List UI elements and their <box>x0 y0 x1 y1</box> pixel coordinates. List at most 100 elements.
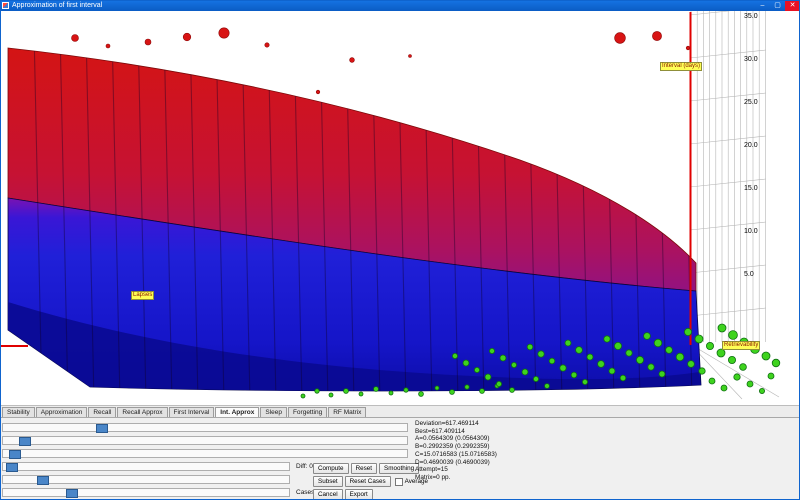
green-data-point <box>644 333 651 340</box>
green-data-point <box>496 381 501 386</box>
green-data-point <box>636 356 643 363</box>
slider-track[interactable] <box>2 488 290 497</box>
green-data-point <box>609 368 615 374</box>
green-data-point <box>598 361 605 368</box>
retrievability-axis-label: Retrievability <box>722 341 760 350</box>
compute-button[interactable]: Compute <box>313 463 349 474</box>
average-checkbox[interactable] <box>395 478 403 486</box>
slider-thumb[interactable] <box>37 476 49 485</box>
green-data-point <box>389 391 393 395</box>
red-data-point <box>106 44 110 48</box>
slider-thumb[interactable] <box>96 424 108 433</box>
green-data-point <box>500 355 506 361</box>
green-data-point <box>359 392 363 396</box>
y-axis-tick-label: 25.0 <box>744 99 758 106</box>
approximation-3d-plot: 35.030.025.020.015.010.05.0 <box>0 0 800 405</box>
interval-axis-label: Interval (days) <box>660 62 702 71</box>
green-data-point <box>676 353 684 361</box>
green-data-point <box>728 356 735 363</box>
stat-line: Deviation=617.469114 <box>415 420 497 428</box>
tab-recall[interactable]: Recall <box>88 407 116 417</box>
green-data-point <box>717 349 725 357</box>
green-data-point <box>684 328 691 335</box>
green-data-point <box>762 352 770 360</box>
stat-line: Best=617.409114 <box>415 428 497 436</box>
stat-line: A=0.0564309 (0.0564309) <box>415 435 497 443</box>
green-data-point <box>452 353 457 358</box>
stats-panel: Deviation=617.469114Best=617.409114A=0.0… <box>415 420 497 482</box>
cancel-button[interactable]: Cancel <box>313 489 343 500</box>
slider-thumb[interactable] <box>6 463 18 472</box>
green-data-point <box>571 372 577 378</box>
y-axis-tick-label: 15.0 <box>744 185 758 192</box>
title-bar: Approximation of first interval – ▢ ✕ <box>0 0 800 11</box>
green-data-point <box>759 388 764 393</box>
slider-track[interactable] <box>2 475 290 484</box>
green-data-point <box>772 359 780 367</box>
green-data-point <box>695 335 703 343</box>
red-data-point <box>409 55 412 58</box>
green-data-point <box>565 340 571 346</box>
green-data-point <box>604 336 610 342</box>
green-data-point <box>533 376 538 381</box>
green-data-point <box>419 392 424 397</box>
green-data-point <box>614 342 621 349</box>
green-data-point <box>706 342 713 349</box>
green-data-point <box>480 389 485 394</box>
window-title: Approximation of first interval <box>12 0 755 11</box>
green-data-point <box>538 351 544 357</box>
slider-row-1 <box>2 422 412 435</box>
slider-thumb[interactable] <box>19 437 31 446</box>
green-data-point <box>435 386 439 390</box>
green-data-point <box>620 375 626 381</box>
reset-cases-button[interactable]: Reset Cases <box>345 476 391 487</box>
slider-track[interactable] <box>2 449 408 458</box>
tab-approximation[interactable]: Approximation <box>36 407 88 417</box>
button-grid: ComputeResetSmoothingSubsetReset CasesAv… <box>313 463 428 502</box>
slider-track[interactable] <box>2 423 408 432</box>
green-data-point <box>709 378 715 384</box>
slider-value-label: Diff: 0 <box>296 463 313 470</box>
subset-button[interactable]: Subset <box>313 476 343 487</box>
green-data-point <box>511 362 516 367</box>
green-data-point <box>527 344 533 350</box>
control-panel: StabilityApproximationRecallRecall Appro… <box>0 405 800 500</box>
green-data-point <box>545 384 550 389</box>
red-data-point <box>686 46 690 50</box>
stat-line: Attempt=15 <box>415 466 497 474</box>
y-axis-tick-label: 20.0 <box>744 142 758 149</box>
red-data-point <box>183 33 191 41</box>
tab-sleep[interactable]: Sleep <box>260 407 287 417</box>
green-data-point <box>315 389 319 393</box>
tab-int-approx[interactable]: Int. Approx <box>215 407 259 417</box>
green-data-point <box>374 387 379 392</box>
green-data-point <box>659 371 665 377</box>
red-data-point <box>219 28 229 38</box>
tab-stability[interactable]: Stability <box>2 407 35 417</box>
green-data-point <box>729 331 738 340</box>
smoothing-button[interactable]: Smoothing <box>379 463 419 474</box>
minimize-button[interactable]: – <box>755 0 770 11</box>
slider-row-2 <box>2 435 412 448</box>
export-button[interactable]: Export <box>345 489 373 500</box>
green-data-point <box>404 388 408 392</box>
tab-first-interval[interactable]: First Interval <box>169 407 215 417</box>
slider-thumb[interactable] <box>66 489 78 498</box>
red-data-point <box>265 43 269 47</box>
green-data-point <box>474 367 479 372</box>
green-data-point <box>747 381 753 387</box>
maximize-button[interactable]: ▢ <box>770 0 785 11</box>
app-icon <box>2 2 9 9</box>
tab-rf-matrix[interactable]: RF Matrix <box>328 407 366 417</box>
slider-thumb[interactable] <box>9 450 21 459</box>
slider-track[interactable] <box>2 462 290 471</box>
close-button[interactable]: ✕ <box>785 0 800 11</box>
slider-track[interactable] <box>2 436 408 445</box>
y-axis-tick-label: 35.0 <box>744 13 758 20</box>
reset-button[interactable]: Reset <box>351 463 377 474</box>
tab-recall-approx[interactable]: Recall Approx <box>117 407 167 417</box>
green-data-point <box>450 390 455 395</box>
green-data-point <box>740 364 747 371</box>
green-data-point <box>699 368 705 374</box>
tab-forgetting[interactable]: Forgetting <box>288 407 327 417</box>
